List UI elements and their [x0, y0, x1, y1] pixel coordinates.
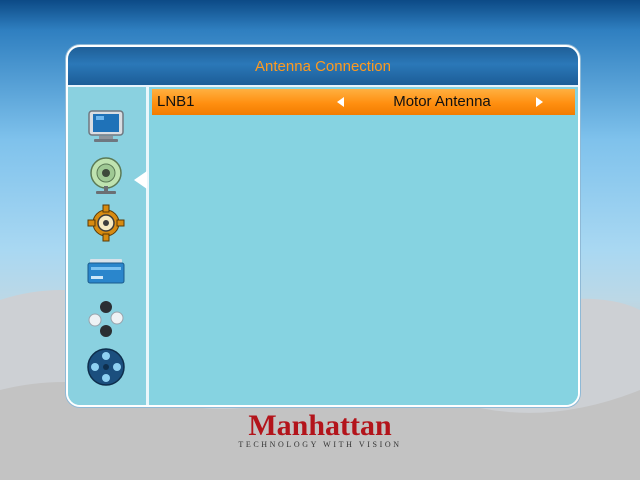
media-reel-icon: [87, 348, 125, 386]
window-title: Antenna Connection: [68, 47, 578, 87]
arrow-left-icon[interactable]: [337, 97, 344, 107]
antenna-connection-window: Antenna Connection LNB1 Motor Antenna: [66, 45, 580, 407]
game-icon: [88, 301, 124, 337]
settings-gear-icon: [87, 204, 125, 242]
sidebar-item-card[interactable]: [84, 249, 128, 293]
brand-logo: Manhattan TECHNOLOGY WITH VISION: [222, 410, 418, 454]
settings-panel: LNB1 Motor Antenna: [149, 87, 578, 405]
satellite-dish-icon: [90, 157, 122, 194]
sidebar-item-games[interactable]: [84, 297, 128, 341]
menu-sidebar: [68, 87, 149, 405]
brand-tagline: TECHNOLOGY WITH VISION: [238, 440, 402, 449]
sidebar-item-settings[interactable]: [84, 201, 128, 245]
arrow-right-icon[interactable]: [536, 97, 543, 107]
settings-row-lnb1[interactable]: LNB1 Motor Antenna: [152, 89, 575, 115]
sidebar-item-tv[interactable]: [84, 105, 128, 149]
row-label: LNB1: [157, 93, 195, 110]
sidebar-item-installation[interactable]: [84, 153, 128, 197]
brand-name: Manhattan: [248, 409, 392, 442]
row-value: Motor Antenna: [393, 93, 491, 110]
card-icon: [87, 259, 125, 284]
selected-menu-pointer: [134, 171, 147, 189]
sidebar-item-media[interactable]: [84, 345, 128, 389]
tv-icon: [88, 110, 124, 142]
